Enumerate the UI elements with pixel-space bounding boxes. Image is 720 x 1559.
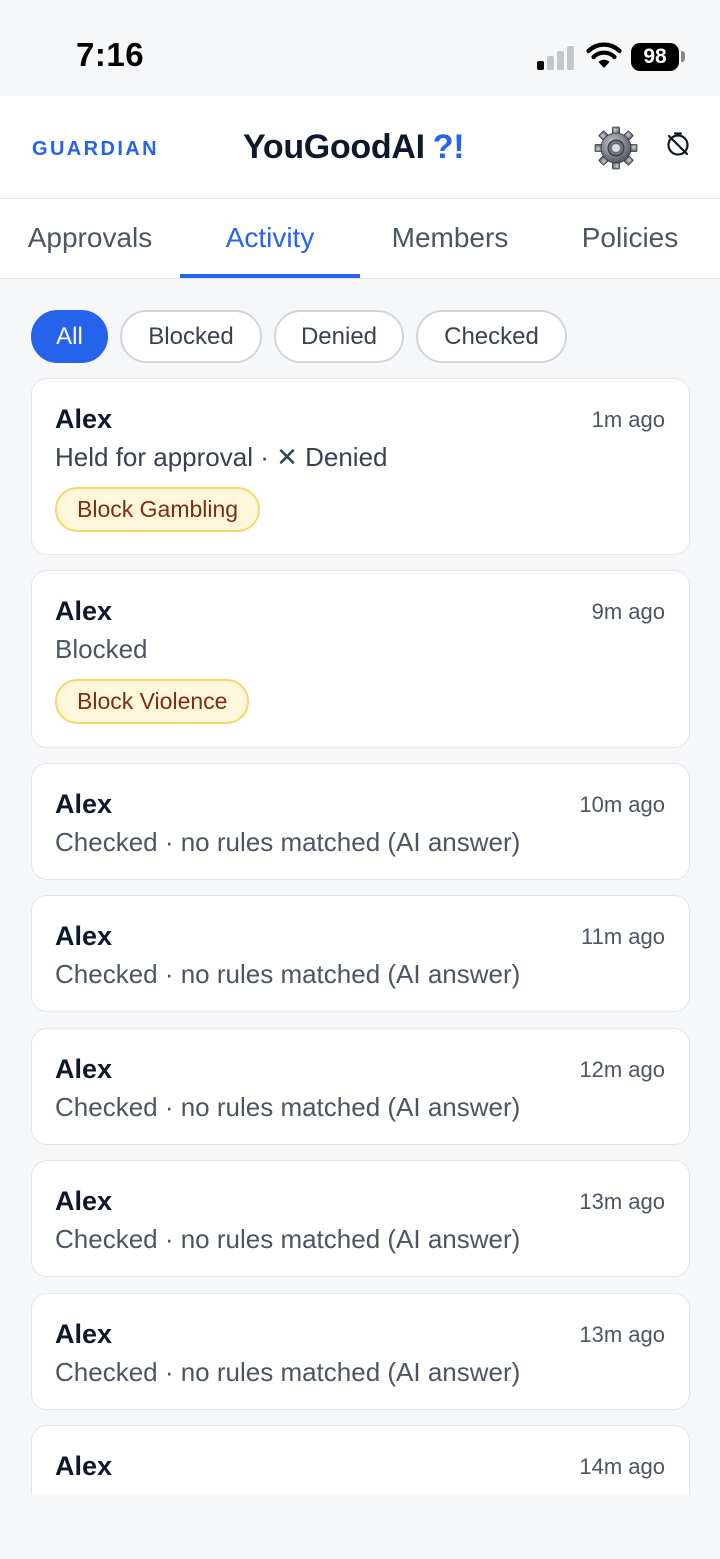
activity-card[interactable]: Alex 14m ago bbox=[31, 1425, 690, 1494]
tab-members[interactable]: Members bbox=[360, 199, 540, 279]
activity-feed[interactable]: Alex 1m ago Held for approval · ✕ Denied… bbox=[0, 378, 720, 1494]
tab-bar: Approvals Activity Members Policies bbox=[0, 199, 720, 279]
gear-icon[interactable] bbox=[594, 126, 638, 170]
member-name: Alex bbox=[55, 1186, 113, 1216]
activity-detail: Held for approval · ✕ Denied bbox=[55, 442, 388, 472]
activity-time: 13m ago bbox=[579, 1189, 665, 1214]
bottom-safe-area bbox=[0, 1494, 720, 1559]
tab-approvals[interactable]: Approvals bbox=[0, 199, 180, 279]
activity-time: 9m ago bbox=[591, 599, 665, 624]
app-title: YouGoodAI?! bbox=[243, 128, 465, 167]
activity-card[interactable]: Alex 13m ago Checked · no rules matched … bbox=[31, 1293, 690, 1410]
member-name: Alex bbox=[55, 1319, 113, 1349]
app-title-text: YouGoodAI bbox=[243, 128, 425, 166]
brand-label: GUARDIAN bbox=[32, 138, 159, 160]
activity-time: 12m ago bbox=[579, 1057, 665, 1082]
member-name: Alex bbox=[55, 1054, 113, 1084]
activity-detail: Checked · no rules matched (AI answer) bbox=[55, 1357, 521, 1387]
filter-denied[interactable]: Denied bbox=[274, 310, 404, 363]
activity-time: 10m ago bbox=[579, 792, 665, 817]
policy-tag: Block Violence bbox=[55, 679, 250, 724]
activity-detail: Checked · no rules matched (AI answer) bbox=[55, 1092, 521, 1122]
activity-detail: Blocked bbox=[55, 634, 148, 664]
activity-card[interactable]: Alex 11m ago Checked · no rules matched … bbox=[31, 895, 690, 1012]
app-header: GUARDIAN YouGoodAI?! bbox=[0, 96, 720, 199]
activity-detail: Checked · no rules matched (AI answer) bbox=[55, 959, 521, 989]
cellular-signal-icon bbox=[537, 44, 577, 70]
activity-time: 13m ago bbox=[579, 1322, 665, 1347]
member-name: Alex bbox=[55, 1451, 113, 1481]
active-tab-indicator bbox=[180, 274, 360, 278]
member-name: Alex bbox=[55, 921, 113, 951]
filter-all[interactable]: All bbox=[31, 310, 108, 363]
wifi-icon bbox=[586, 42, 622, 68]
activity-detail: Checked · no rules matched (AI answer) bbox=[55, 1224, 521, 1254]
activity-card[interactable]: Alex 10m ago Checked · no rules matched … bbox=[31, 763, 690, 880]
status-time: 7:16 bbox=[76, 36, 145, 73]
member-name: Alex bbox=[55, 404, 113, 434]
filter-checked[interactable]: Checked bbox=[416, 310, 567, 363]
activity-time: 11m ago bbox=[581, 924, 665, 949]
status-bar: 7:16 98 bbox=[0, 0, 720, 96]
activity-detail: Checked · no rules matched (AI answer) bbox=[55, 827, 521, 857]
activity-card[interactable]: Alex 9m ago Blocked Block Violence bbox=[31, 570, 690, 748]
activity-time: 14m ago bbox=[579, 1454, 665, 1479]
member-name: Alex bbox=[55, 789, 113, 819]
activity-card[interactable]: Alex 1m ago Held for approval · ✕ Denied… bbox=[31, 378, 690, 555]
battery-indicator: 98 bbox=[631, 43, 679, 71]
battery-tip bbox=[681, 51, 685, 62]
activity-time: 1m ago bbox=[591, 407, 665, 432]
policy-tag: Block Gambling bbox=[55, 487, 261, 532]
tab-activity[interactable]: Activity bbox=[180, 199, 360, 279]
activity-card[interactable]: Alex 13m ago Checked · no rules matched … bbox=[31, 1160, 690, 1277]
timer-off-icon[interactable] bbox=[664, 130, 692, 158]
activity-card[interactable]: Alex 12m ago Checked · no rules matched … bbox=[31, 1028, 690, 1145]
app-title-accent: ?! bbox=[432, 128, 465, 166]
member-name: Alex bbox=[55, 596, 113, 626]
tab-policies[interactable]: Policies bbox=[540, 199, 720, 279]
filter-blocked[interactable]: Blocked bbox=[120, 310, 262, 363]
